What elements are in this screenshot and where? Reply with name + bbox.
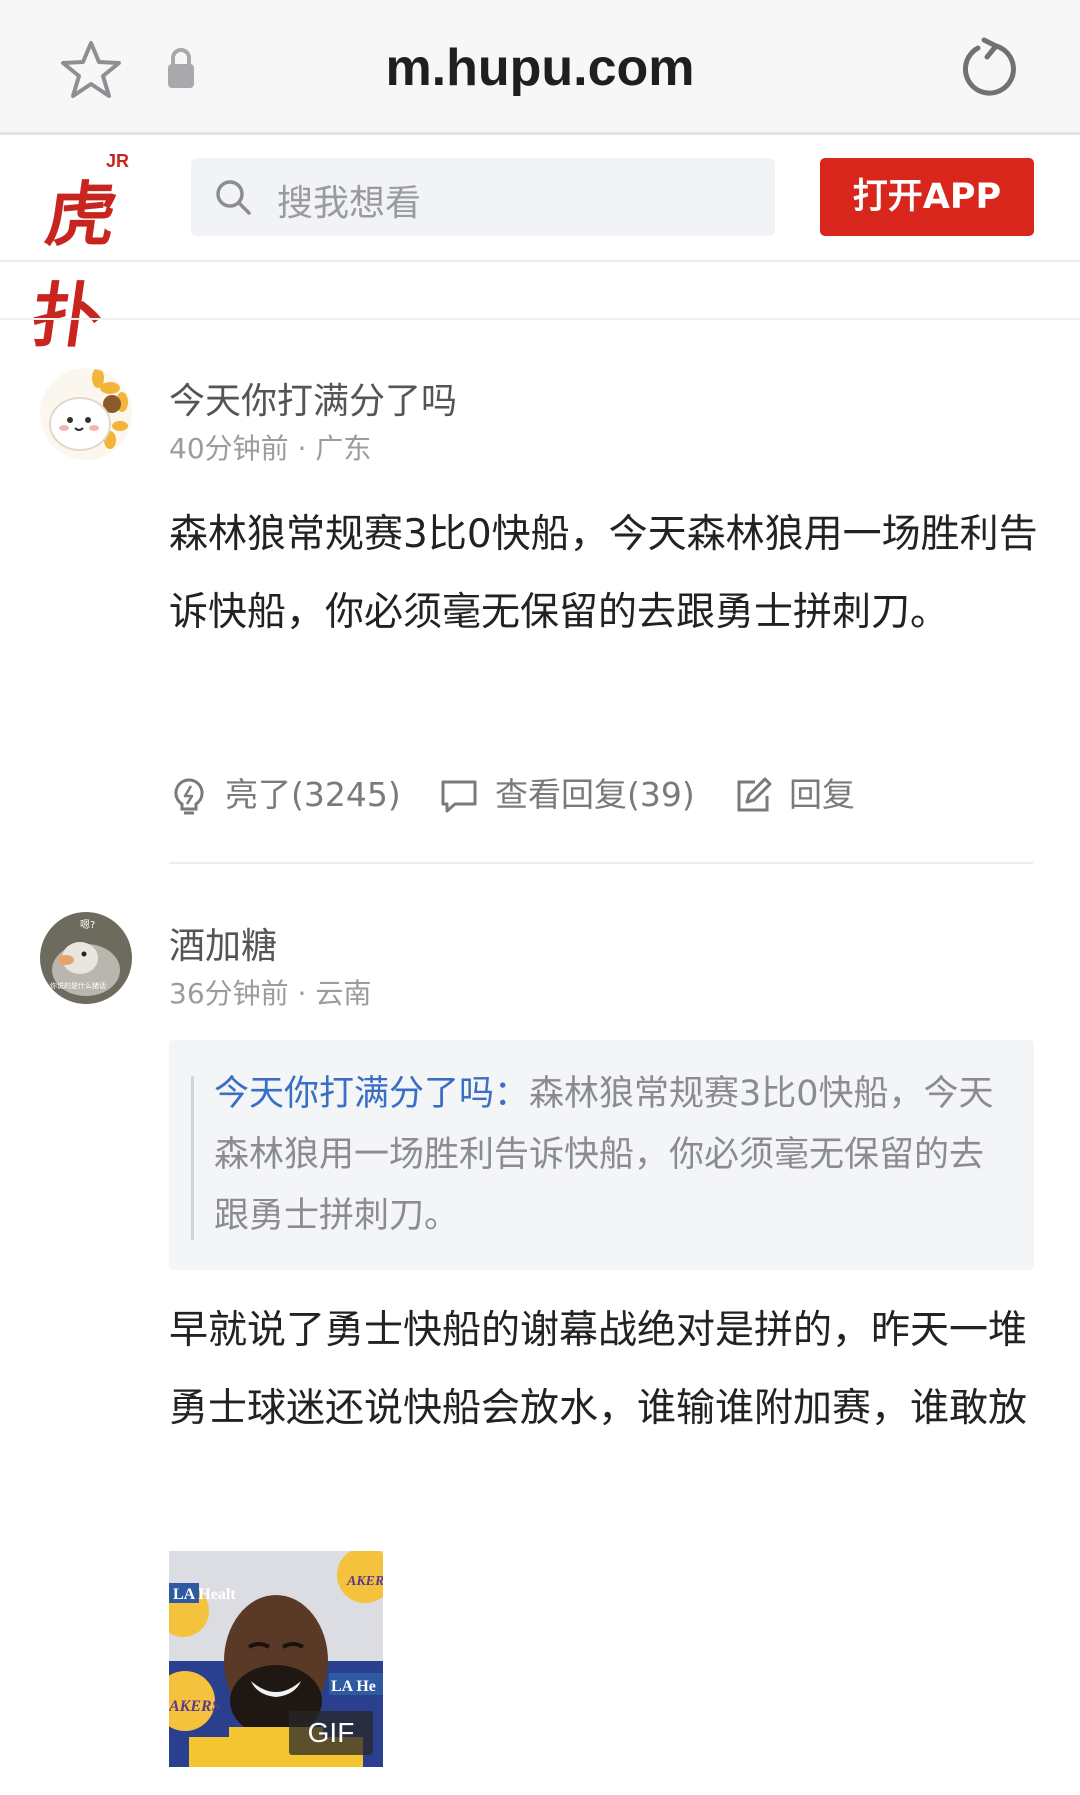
comment-username[interactable]: 酒加糖 <box>169 917 277 969</box>
browser-address-bar: m.hupu.com <box>0 0 1080 135</box>
comment-meta: 36分钟前 · 云南 <box>169 977 372 1010</box>
avatar[interactable]: 嗯? 你说的是什么猪话 <box>40 912 132 1004</box>
section-divider <box>0 318 1080 320</box>
gif-bg-logo: AKERS <box>169 1698 221 1715</box>
avatar-caption-bottom: 你说的是什么猪话 <box>50 981 106 990</box>
quoted-comment[interactable]: 今天你打满分了吗：森林狼常规赛3比0快船，今天森林狼用一场胜利告诉快船，你必须毫… <box>169 1040 1034 1270</box>
url-text[interactable]: m.hupu.com <box>0 38 1080 98</box>
avatar-image <box>40 368 132 460</box>
quote-author[interactable]: 今天你打满分了吗： <box>214 1074 529 1114</box>
view-replies-label: 查看回复(39) <box>495 775 695 814</box>
gif-bg-logo: AKER <box>346 1574 383 1589</box>
like-label: 亮了(3245) <box>225 775 401 814</box>
logo-mark: 虎扑 <box>26 174 115 357</box>
quote-bar <box>191 1076 194 1240</box>
reply-label: 回复 <box>789 775 855 814</box>
gif-bg-text: LA Healt <box>173 1586 236 1603</box>
open-app-button[interactable]: 打开APP <box>820 158 1034 236</box>
gif-badge: GIF <box>289 1711 373 1755</box>
comment-bubble-icon <box>441 780 477 813</box>
avatar-image: 嗯? 你说的是什么猪话 <box>40 912 132 1004</box>
comment-content: 森林狼常规赛3比0快船，今天森林狼用一场胜利告诉快船，你必须毫无保留的去跟勇士拼… <box>169 512 1038 635</box>
edit-icon <box>737 777 772 812</box>
comment-divider <box>169 862 1033 864</box>
search-icon <box>216 180 251 215</box>
site-header: JR 虎扑 搜我想看 打开APP <box>0 135 1080 357</box>
search-input[interactable]: 搜我想看 <box>191 158 775 236</box>
avatar[interactable] <box>40 368 132 460</box>
avatar-caption-top: 嗯? <box>80 919 95 931</box>
comment-content: 早就说了勇士快船的谢幕战绝对是拼的，昨天一堆勇士球迷还说快船会放水，谁输谁附加赛… <box>169 1308 1028 1431</box>
quote-text-block: 今天你打满分了吗：森林狼常规赛3比0快船，今天森林狼用一场胜利告诉快船，你必须毫… <box>214 1064 1014 1247</box>
comment-meta: 40分钟前 · 广东 <box>169 432 372 465</box>
hupu-logo[interactable]: JR 虎扑 <box>26 151 148 357</box>
comment-username[interactable]: 今天你打满分了吗 <box>169 372 457 424</box>
reload-icon[interactable] <box>956 36 1022 102</box>
gif-bg-text: LA He <box>331 1678 376 1695</box>
bulb-icon <box>174 778 204 815</box>
gif-thumbnail[interactable]: LA Healt LA He AKERS AKER GIF <box>169 1551 383 1767</box>
search-placeholder: 搜我想看 <box>277 183 422 224</box>
